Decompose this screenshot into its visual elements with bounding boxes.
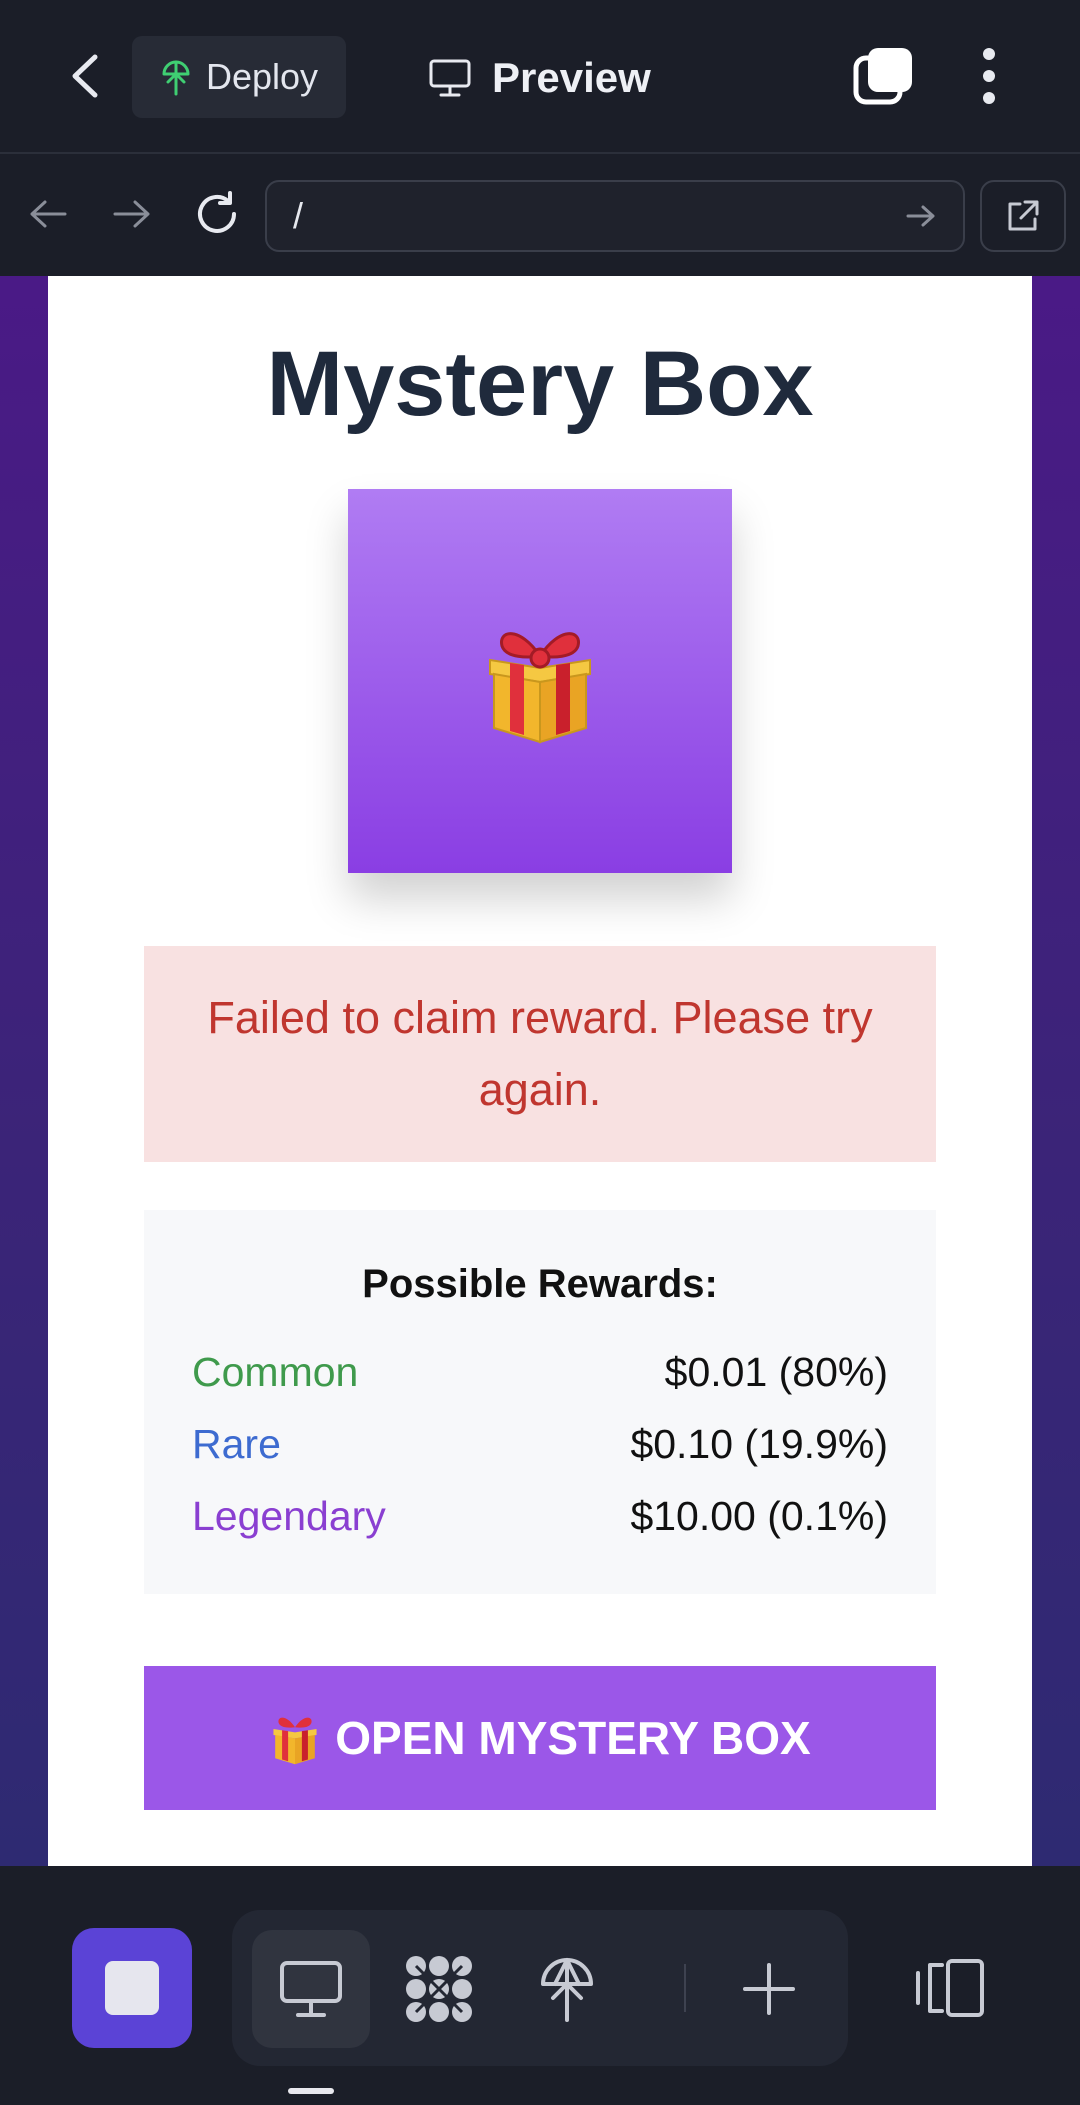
page-title: Mystery Box: [266, 333, 814, 435]
divider: [684, 1964, 686, 2012]
mystery-box-card: Mystery Box Failed to claim reward. Plea…: [48, 276, 1032, 1866]
reload-icon: [198, 191, 236, 233]
reload-button[interactable]: [187, 184, 247, 244]
nav-back-button[interactable]: [18, 184, 78, 244]
apps-tool[interactable]: [380, 1930, 498, 2048]
deploy-tree-icon: [162, 60, 190, 96]
monitor-icon: [429, 59, 471, 97]
device-frame-button[interactable]: [904, 1940, 994, 2036]
home-indicator: [288, 2088, 334, 2094]
browser-url-bar: /: [0, 156, 1080, 276]
url-input[interactable]: /: [265, 180, 965, 252]
monitor-icon: [280, 1961, 342, 2017]
reward-row-legendary: Legendary $10.00 (0.1%): [192, 1486, 888, 1546]
web-viewport: Mystery Box Failed to claim reward. Plea…: [0, 276, 1080, 1866]
reward-tier: Common: [192, 1348, 359, 1395]
tabs-button[interactable]: [852, 44, 916, 108]
desktop-preview-tool[interactable]: [252, 1930, 370, 2048]
reward-value: $0.10 (19.9%): [630, 1420, 888, 1467]
more-dot: [983, 92, 995, 104]
mystery-box[interactable]: [348, 489, 732, 873]
more-vertical-icon: [983, 48, 995, 60]
stop-icon: [105, 1961, 159, 2015]
rewards-panel: Possible Rewards: Common $0.01 (80%) Rar…: [144, 1210, 936, 1594]
url-text: /: [293, 195, 304, 236]
external-link-icon: [1008, 200, 1039, 231]
deploy-button[interactable]: Deploy: [132, 36, 346, 118]
chevron-left-icon: [72, 54, 98, 98]
reward-value: $10.00 (0.1%): [630, 1492, 888, 1539]
apps-icon: [406, 1956, 472, 2022]
open-mystery-box-button[interactable]: OPEN MYSTERY BOX: [144, 1666, 936, 1810]
go-button[interactable]: [899, 194, 943, 238]
arrow-right-icon: [906, 205, 935, 227]
reward-tier: Rare: [192, 1420, 281, 1467]
back-button[interactable]: [58, 50, 110, 102]
error-message: Failed to claim reward. Please try again…: [144, 946, 936, 1162]
reward-tier: Legendary: [192, 1492, 386, 1539]
add-tool[interactable]: [710, 1930, 828, 2048]
reward-row-common: Common $0.01 (80%): [192, 1342, 888, 1402]
deploy-tool[interactable]: [508, 1930, 626, 2048]
stop-button[interactable]: [72, 1928, 192, 2048]
gift-icon: [489, 632, 591, 744]
gift-icon: [273, 1717, 317, 1765]
tool-group: [232, 1910, 848, 2066]
reward-value: $0.01 (80%): [664, 1348, 888, 1395]
device-frame-icon: [916, 1959, 984, 2017]
rewards-title: Possible Rewards:: [362, 1262, 718, 1306]
more-options-button[interactable]: [964, 44, 1014, 108]
deploy-tree-icon: [541, 1958, 593, 2022]
plus-icon: [743, 1963, 795, 2015]
more-dot: [983, 70, 995, 82]
arrow-right-icon: [113, 200, 150, 228]
deploy-label: Deploy: [206, 56, 319, 97]
bottom-toolbar: [0, 1866, 1080, 2105]
open-button-label: OPEN MYSTERY BOX: [335, 1712, 811, 1764]
app-top-bar: Deploy Preview: [0, 0, 1080, 154]
reward-row-rare: Rare $0.10 (19.9%): [192, 1414, 888, 1474]
tabs-icon: [853, 48, 912, 105]
nav-forward-button[interactable]: [102, 184, 162, 244]
arrow-left-icon: [30, 200, 67, 228]
preview-tab[interactable]: Preview: [428, 40, 651, 116]
preview-label: Preview: [492, 54, 651, 101]
open-external-button[interactable]: [980, 180, 1066, 252]
